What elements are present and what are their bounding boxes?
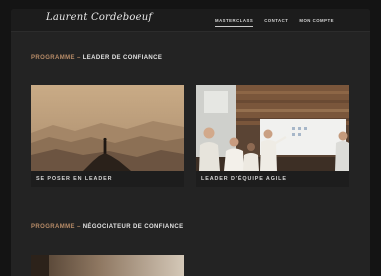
section-prefix: PROGRAMME (31, 55, 75, 61)
team-meeting-image (196, 85, 349, 171)
site-window: Laurent Cordeboeuf MASTERCLASS CONTACT M… (11, 9, 370, 276)
section-name: LEADER DE CONFIANCE (82, 55, 163, 61)
partial-card-image (31, 255, 184, 276)
top-navigation-bar: Laurent Cordeboeuf MASTERCLASS CONTACT M… (11, 9, 370, 32)
nav-mon-compte[interactable]: MON COMPTE (299, 18, 334, 23)
course-card-partial[interactable] (31, 255, 184, 276)
mountain-silhouette-image (31, 85, 184, 171)
card-title: SE POSER EN LEADER (36, 176, 113, 182)
card-title: LEADER D'ÉQUIPE AGILE (201, 176, 287, 182)
section-separator: – (76, 55, 81, 61)
section-name: NÉGOCIATEUR DE CONFIANCE (82, 224, 184, 230)
course-card-se-poser-en-leader[interactable]: SE POSER EN LEADER (31, 85, 184, 187)
nav-contact[interactable]: CONTACT (264, 18, 288, 23)
main-nav: MASTERCLASS CONTACT MON COMPTE (214, 18, 334, 27)
course-card-leader-equipe-agile[interactable]: LEADER D'ÉQUIPE AGILE (196, 85, 349, 187)
section-separator: – (76, 224, 81, 230)
section-prefix: PROGRAMME (31, 224, 75, 230)
card-label-bar: LEADER D'ÉQUIPE AGILE (196, 171, 349, 187)
section-title-leader: PROGRAMME – LEADER DE CONFIANCE (31, 55, 162, 61)
nav-masterclass[interactable]: MASTERCLASS (214, 18, 254, 27)
card-label-bar: SE POSER EN LEADER (31, 171, 184, 187)
site-logo[interactable]: Laurent Cordeboeuf (46, 12, 152, 23)
section-title-negociateur: PROGRAMME – NÉGOCIATEUR DE CONFIANCE (31, 224, 184, 230)
